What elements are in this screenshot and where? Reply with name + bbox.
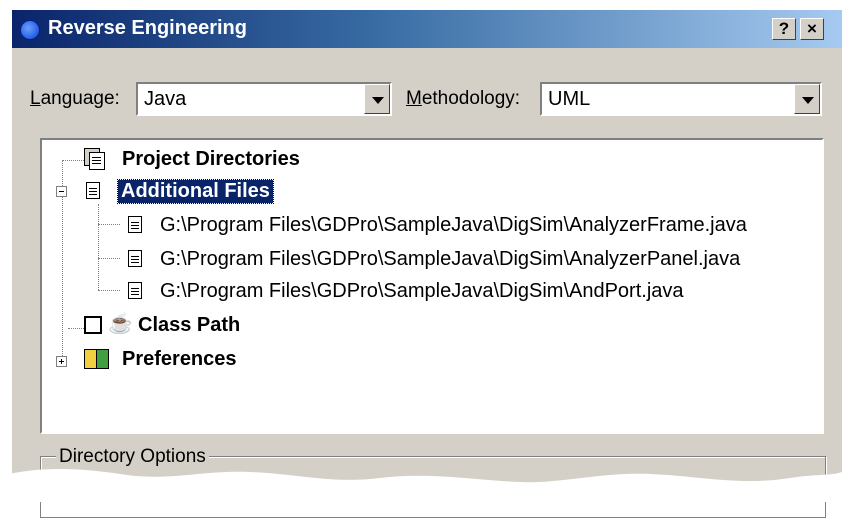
file-path: G:\Program Files\GDPro\SampleJava\DigSim… [160,248,741,270]
tree-line [98,290,120,291]
file-path: G:\Program Files\GDPro\SampleJava\DigSim… [160,280,684,302]
tree-item-class-path[interactable]: ☕ Class Path [84,312,304,340]
torn-edge [0,469,842,502]
java-file-icon [128,216,142,233]
class-path-checkbox[interactable] [84,316,102,334]
tree-item-label: Additional Files [117,179,274,204]
language-select[interactable]: Java [136,82,392,116]
project-tree[interactable]: Project Directories Additional Files G:\… [40,138,824,434]
help-button[interactable]: ? [772,18,796,40]
collapse-icon[interactable] [56,186,67,197]
language-value: Java [144,88,187,110]
tree-item-label: Preferences [122,348,237,370]
tree-child-line [98,204,99,290]
methodology-label: Methodology: [406,88,521,109]
expand-icon[interactable] [56,356,67,367]
preferences-book-icon [84,349,109,369]
tree-item-additional-files[interactable]: Additional Files [84,178,344,206]
java-cup-icon: ☕ [108,313,133,335]
tree-item-label: Class Path [138,314,241,336]
tree-line [62,160,84,161]
tree-line [98,224,120,225]
file-path: G:\Program Files\GDPro\SampleJava\DigSim… [160,214,747,236]
document-icon [86,182,100,199]
window-title: Reverse Engineering [48,17,247,39]
reverse-engineering-dialog: Reverse Engineering ? × Language: Java M… [10,8,842,518]
tree-item-preferences[interactable]: Preferences [84,346,304,374]
java-file-icon [128,250,142,267]
java-file-icon [128,282,142,299]
tree-line [68,328,84,329]
tree-line [98,258,120,259]
close-button[interactable]: × [800,18,824,40]
methodology-dropdown-button[interactable] [794,84,820,114]
tree-item-project-directories[interactable]: Project Directories [84,146,384,174]
project-directories-icon [84,148,105,170]
language-dropdown-button[interactable] [364,84,390,114]
methodology-value: UML [548,88,591,110]
tree-item-label: Project Directories [122,148,300,170]
title-bar[interactable]: Reverse Engineering ? × [12,10,842,48]
tree-item-file[interactable]: G:\Program Files\GDPro\SampleJava\DigSim… [124,278,814,306]
app-icon [20,20,40,40]
tree-item-file[interactable]: G:\Program Files\GDPro\SampleJava\DigSim… [124,246,814,274]
methodology-select[interactable]: UML [540,82,822,116]
language-label: Language: [30,88,120,109]
tree-item-file[interactable]: G:\Program Files\GDPro\SampleJava\DigSim… [124,212,814,240]
